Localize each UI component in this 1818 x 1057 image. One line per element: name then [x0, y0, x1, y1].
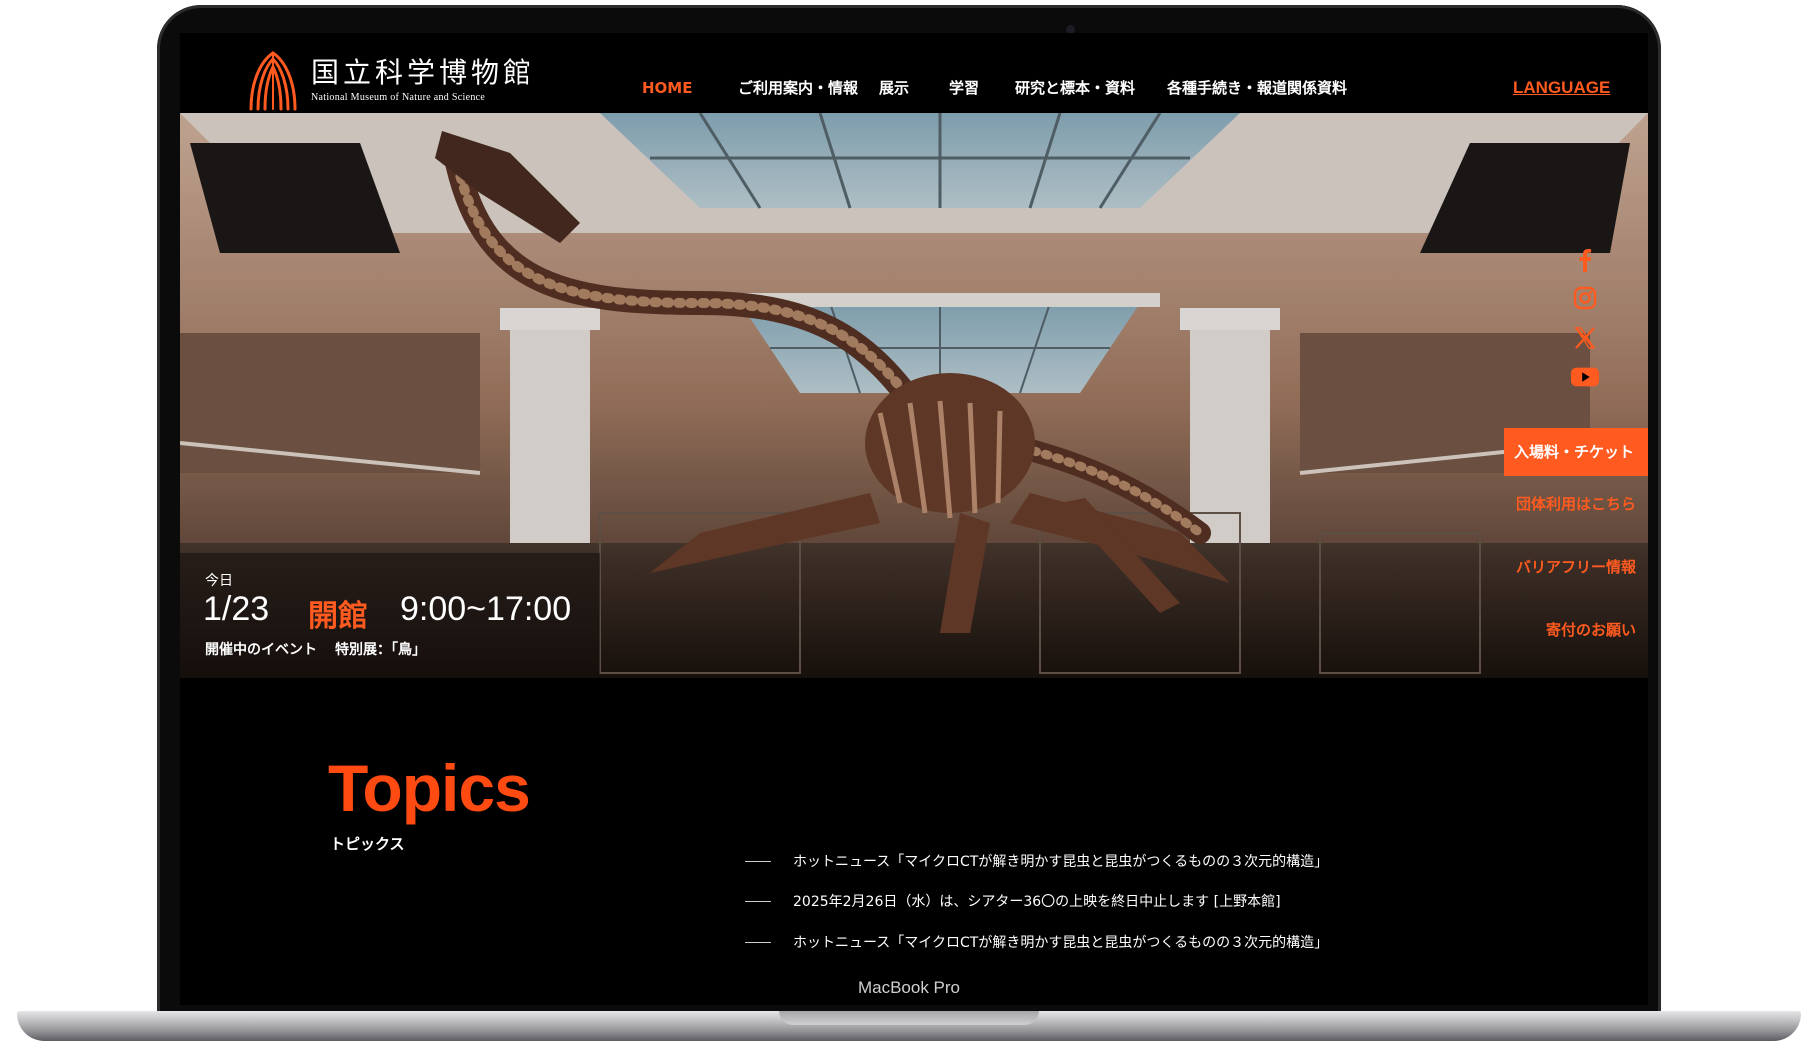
device-model-label: MacBook Pro: [857, 978, 961, 997]
group-visit-link[interactable]: 団体利用はこちら: [1516, 493, 1648, 514]
barrier-free-link[interactable]: バリアフリー情報: [1516, 556, 1648, 577]
topic-text: ホットニュース「マイクロCTが解き明かす昆虫と昆虫がつくるものの３次元的構造」: [793, 935, 1329, 951]
youtube-icon[interactable]: [1570, 362, 1600, 392]
open-status: 開館: [308, 599, 368, 634]
browser-screen: 国立科学博物館 National Museum of Nature and Sc…: [180, 33, 1648, 1005]
today-date: 1/23: [203, 590, 270, 628]
x-icon[interactable]: [1570, 323, 1600, 353]
nav-exhibitions[interactable]: 展示: [879, 73, 909, 103]
nav-research[interactable]: 研究と標本・資料: [1015, 73, 1135, 103]
opening-hours: 9:00~17:00: [400, 590, 572, 628]
topics-subtitle: トピックス: [330, 835, 405, 853]
nav-procedures-press[interactable]: 各種手続き・報道関係資料: [1167, 73, 1347, 103]
nav-visitor-info[interactable]: ご利用案内・情報: [738, 73, 858, 103]
topic-text: ホットニュース「マイクロCTが解き明かす昆虫と昆虫がつくるものの３次元的構造」: [793, 854, 1329, 870]
facebook-icon[interactable]: [1570, 245, 1600, 275]
laptop-hinge-notch: [779, 1011, 1039, 1025]
topic-text: 2025年2月26日（水）は、シアター36〇の上映を終日中止します [上野本館]: [793, 894, 1281, 910]
topics-title: Topics: [328, 751, 531, 825]
event-name: 特別展：「鳥」: [335, 642, 426, 658]
site-header: 国立科学博物館 National Museum of Nature and Sc…: [180, 33, 1648, 113]
topic-item[interactable]: ホットニュース「マイクロCTが解き明かす昆虫と昆虫がつくるものの３次元的構造」: [745, 932, 1328, 952]
event-prefix: 開催中のイベント: [205, 642, 317, 658]
today-label: 今日: [205, 573, 233, 589]
main-nav: HOME ご利用案内・情報 展示 学習 研究と標本・資料 各種手続き・報道関係資…: [180, 73, 1648, 103]
topic-dash-icon: [745, 941, 771, 943]
topic-dash-icon: [745, 900, 771, 902]
instagram-icon[interactable]: [1570, 283, 1600, 313]
current-event[interactable]: 開催中のイベント 特別展：「鳥」: [205, 639, 426, 659]
nav-home[interactable]: HOME: [642, 73, 692, 103]
topic-item[interactable]: ホットニュース「マイクロCTが解き明かす昆虫と昆虫がつくるものの３次元的構造」: [745, 851, 1328, 871]
tickets-button[interactable]: 入場料・チケット: [1503, 428, 1648, 476]
topic-dash-icon: [745, 860, 771, 862]
topic-item[interactable]: 2025年2月26日（水）は、シアター36〇の上映を終日中止します [上野本館]: [745, 891, 1281, 911]
nav-learning[interactable]: 学習: [949, 73, 979, 103]
macbook-frame: 国立科学博物館 National Museum of Nature and Sc…: [0, 0, 1818, 1057]
language-link[interactable]: LANGUAGE: [1513, 73, 1610, 103]
donation-link[interactable]: 寄付のお願い: [1546, 619, 1648, 640]
hero-section: 今日 1/23 開館 9:00~17:00 開催中のイベント 特別展：「鳥」: [180, 113, 1648, 678]
